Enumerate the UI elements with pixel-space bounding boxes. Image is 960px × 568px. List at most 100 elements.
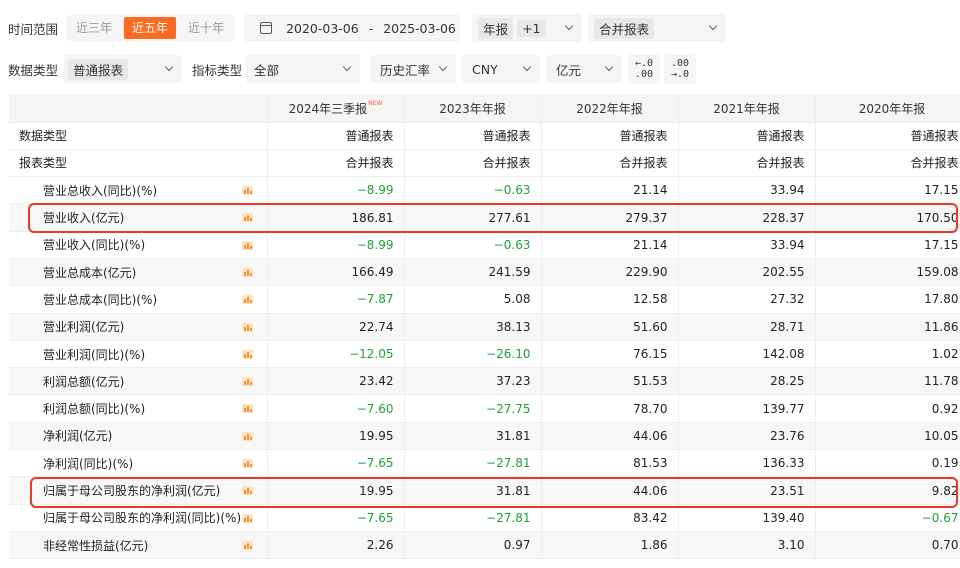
value-cell: −0.63 [403,176,541,205]
data-type-tag: 普通报表 [68,58,129,80]
unit-select[interactable]: 亿元 [546,55,623,83]
bar-chart-icon[interactable] [241,540,253,550]
table-row[interactable]: 净利润(同比)(%) −7.65 −27.81 81.53 136.33 0.19 [9,449,960,478]
table-row[interactable]: 利润总额(同比)(%) −7.60 −27.75 78.70 139.77 0.92 [9,394,960,423]
value-cell: 1.86 [540,531,678,560]
table-row[interactable]: 净利润(亿元) 19.95 31.81 44.06 23.76 10.05 [9,422,960,451]
value-cell: 83.42 [540,504,678,532]
bar-chart-icon[interactable] [241,213,253,223]
time-option-5y[interactable]: 近五年 [124,17,177,39]
column-header[interactable]: 2022年年报 [540,95,678,123]
filter-row-time: 时间范围 近三年 近五年 近十年 2020-03-06 - 2025-03-06… [8,14,727,42]
bar-chart-icon[interactable] [241,404,253,414]
value-cell: 202.55 [677,258,815,287]
value-cell: 11.86 [814,313,960,341]
table-row[interactable]: 营业收入(亿元) 186.81 277.61 279.37 228.37 170.50 [9,203,960,232]
bar-chart-icon[interactable] [241,186,253,196]
data-type-select[interactable]: 普通报表 [64,55,183,83]
row-label: 营业总成本(亿元) [43,265,137,280]
meta-row-label: 报表类型 [9,149,267,178]
meta-cell: 合并报表 [540,149,678,178]
value-cell: 23.51 [677,476,815,505]
row-label: 归属于母公司股东的净利润(亿元) [43,484,221,498]
row-label-cell: 营业收入(亿元) [9,203,267,232]
value-cell: 229.90 [540,258,678,287]
time-option-10y[interactable]: 近十年 [180,17,232,39]
value-cell: −7.65 [266,449,404,478]
table-row[interactable]: 营业总收入(同比)(%) −8.99 −0.63 21.14 33.94 17.15 [9,176,960,205]
bar-chart-icon[interactable] [241,349,253,359]
calendar-icon [260,22,273,34]
column-header[interactable]: 2024年三季报NEW [266,95,404,123]
table-row[interactable]: 归属于母公司股东的净利润(亿元) 19.95 31.81 44.06 23.51 9.82 [9,476,960,505]
bar-chart-icon[interactable] [241,295,253,305]
time-range-label: 时间范围 [8,21,59,37]
value-cell: 0.70 [814,531,960,560]
bar-chart-icon[interactable] [241,240,253,250]
table-row[interactable]: 营业收入(同比)(%) −8.99 −0.63 21.14 33.94 17.15 [9,231,960,259]
value-cell: 78.70 [540,394,678,423]
increase-decimals-button[interactable]: .00 →.0 [664,54,697,84]
table-row[interactable]: 营业利润(同比)(%) −12.05 −26.10 76.15 142.08 1.02 [9,340,960,369]
bar-chart-icon[interactable] [241,513,253,523]
value-cell: 142.08 [677,340,815,369]
report-scope-select[interactable]: 合并报表 [588,14,727,42]
table-header-row: 2024年三季报NEW 2023年年报 2022年年报 2021年年报 2020… [9,95,960,123]
table-row[interactable]: 营业总成本(同比)(%) −7.87 5.08 12.58 27.32 17.80 [9,285,960,314]
value-cell: −0.63 [403,231,541,259]
value-cell: −7.65 [266,504,404,532]
chevron-down-icon [522,62,532,72]
table-row[interactable]: 利润总额(亿元) 23.42 37.23 51.53 28.25 11.78 [9,367,960,396]
indicator-select[interactable]: 全部 [246,55,361,83]
table-row[interactable]: 非经常性损益(亿元) 2.26 0.97 1.86 3.10 0.70 [9,531,960,560]
decrease-decimals-button[interactable]: ←.0 .00 [628,54,661,84]
value-cell: 21.14 [540,231,678,259]
bar-chart-icon[interactable] [241,486,253,496]
date-end: 2025-03-06 [383,20,456,36]
exchange-rate-select[interactable]: 历史汇率 [370,55,457,83]
meta-row: 数据类型 普通报表 普通报表 普通报表 普通报表 普通报表 [9,122,960,150]
value-cell: 0.19 [814,449,960,478]
bar-chart-icon[interactable] [241,267,253,277]
row-label: 营业总成本(同比)(%) [43,292,158,307]
value-cell: 139.40 [677,504,815,532]
meta-cell: 普通报表 [677,122,815,150]
report-scope-tag: 合并报表 [594,17,655,39]
bar-chart-icon[interactable] [241,431,253,441]
row-label: 归属于母公司股东的净利润(同比)(%) [43,511,242,526]
value-cell: 51.60 [540,313,678,341]
value-cell: 28.25 [677,367,815,396]
value-cell: 228.37 [677,203,815,232]
meta-cell: 合并报表 [814,149,960,178]
meta-row: 报表类型 合并报表 合并报表 合并报表 合并报表 合并报表 [9,149,960,178]
currency-value: CNY [472,61,498,77]
row-label-cell: 非经常性损益(亿元) [9,531,267,560]
bar-chart-icon[interactable] [241,322,253,332]
date-range-picker[interactable]: 2020-03-06 - 2025-03-06 [244,14,461,42]
row-label-cell: 营业利润(同比)(%) [9,340,267,369]
period-extra-tag: +1 [517,19,546,37]
column-header[interactable]: 2023年年报 [403,95,541,123]
currency-select[interactable]: CNY [462,55,541,83]
value-cell: 186.81 [266,203,404,232]
row-label: 营业收入(亿元) [43,211,125,226]
chevron-down-icon [708,21,718,31]
bar-chart-icon[interactable] [241,459,253,469]
table-row[interactable]: 营业总成本(亿元) 166.49 241.59 229.90 202.55 159.08 [9,258,960,287]
value-cell: 277.61 [403,203,541,232]
financial-table: 2024年三季报NEW 2023年年报 2022年年报 2021年年报 2020… [9,95,960,560]
value-cell: 38.13 [403,313,541,341]
value-cell: −0.67 [814,504,960,532]
bar-chart-icon[interactable] [241,377,253,387]
value-cell: 170.50 [814,203,960,232]
time-option-3y[interactable]: 近三年 [68,17,120,39]
value-cell: 31.81 [403,476,541,505]
table-row[interactable]: 营业利润(亿元) 22.74 38.13 51.60 28.71 11.86 [9,313,960,341]
column-header[interactable]: 2020年年报 [814,95,960,123]
table-row[interactable]: 归属于母公司股东的净利润(同比)(%) −7.65 −27.81 83.42 139.4… [9,504,960,532]
period-tag: 年报 [478,17,514,39]
meta-cell: 普通报表 [403,122,541,150]
value-cell: 0.92 [814,394,960,423]
period-select[interactable]: 年报 +1 [472,14,583,42]
column-header[interactable]: 2021年年报 [677,95,815,123]
